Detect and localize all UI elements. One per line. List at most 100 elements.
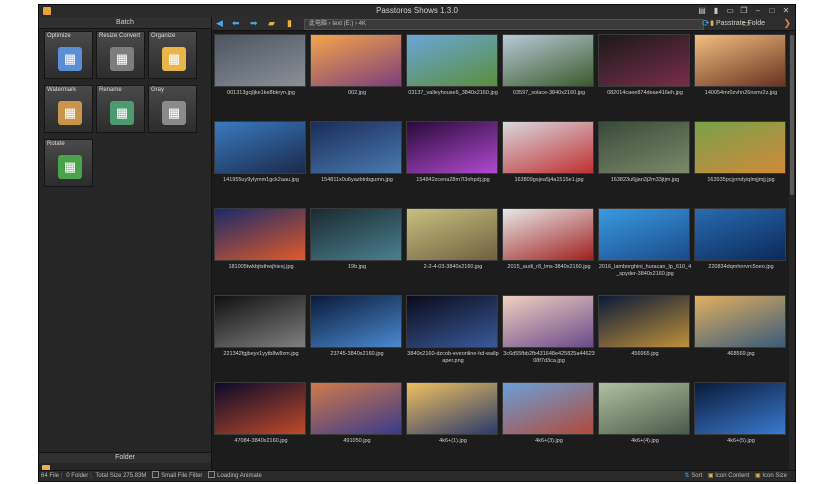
thumbnail-item[interactable]: 140054mr0zvhn26nsmr2z.jpg: [694, 34, 788, 97]
thumbnail-item[interactable]: 456965.jpg: [598, 295, 692, 358]
bookmark-icon[interactable]: ▮: [709, 5, 723, 17]
thumbnail-item[interactable]: 3c6d55fbb2fb431648e425825a4462308f7d3ca.…: [502, 295, 596, 365]
thumbnail-image[interactable]: [310, 208, 402, 261]
batch-tile-optimize[interactable]: Optimize ▦: [44, 31, 93, 79]
thumbnail-item[interactable]: 4k6+(5).jpg: [694, 382, 788, 445]
batch-tile-organize[interactable]: Organize ▦: [148, 31, 197, 79]
thumbnail-image[interactable]: [310, 34, 402, 87]
thumbnail-item[interactable]: 181005twkbjtsthwjhiexj.jpg: [214, 208, 308, 271]
refresh-icon[interactable]: ⟳: [702, 19, 710, 28]
batch-tile-resize-convert[interactable]: Resize Convert ▦: [96, 31, 145, 79]
thumbnail-item[interactable]: 468569.jpg: [694, 295, 788, 358]
thumbnail-item[interactable]: 47084-3840x2160.jpg: [214, 382, 308, 445]
thumbnail-item[interactable]: 2015_audi_r8_lms-3840x2160.jpg: [502, 208, 596, 271]
thumbnail-image[interactable]: [694, 295, 786, 348]
thumbnail-item[interactable]: 3840x2160-dzcob-eveonline-hd-wallpaper.p…: [406, 295, 500, 365]
watermark-icon: ▦: [58, 101, 82, 125]
thumbnail-image[interactable]: [598, 121, 690, 174]
thumbnail-image[interactable]: [502, 121, 594, 174]
thumbnail-item[interactable]: 4k6+(1).jpg: [406, 382, 500, 445]
thumbnail-item[interactable]: 002.jpg: [310, 34, 404, 97]
thumbnail-item[interactable]: 2-2-4-03-3840x2160.jpg: [406, 208, 500, 271]
thumbnail-item[interactable]: 141955uy9ylymm1gck2aau.jpg: [214, 121, 308, 184]
thumbnail-item[interactable]: 491050.jpg: [310, 382, 404, 445]
thumbnail-image[interactable]: [214, 382, 306, 435]
thumbnail-image[interactable]: [214, 121, 306, 174]
restore-icon[interactable]: ❐: [737, 5, 751, 17]
thumbnail-image[interactable]: [694, 34, 786, 87]
passtrate-folder-button[interactable]: ▮ Passtrate Folde: [710, 18, 765, 29]
thumbnail-grid: 001313gcjljke1ke8bkryn.jpg 002.jpg 03137_v…: [212, 31, 795, 473]
thumbnail-filename: 4k6+(5).jpg: [727, 438, 755, 444]
thumbnail-item[interactable]: 001313gcjljke1ke8bkryn.jpg: [214, 34, 308, 97]
maximize-icon[interactable]: □: [765, 5, 779, 17]
thumbnail-image[interactable]: [598, 34, 690, 87]
small-file-filter-checkbox[interactable]: [152, 471, 160, 478]
icon-size-icon[interactable]: ▣: [755, 473, 761, 479]
thumbnail-image[interactable]: [694, 121, 786, 174]
thumbnail-image[interactable]: [406, 34, 498, 87]
icon-content-icon[interactable]: ▣: [708, 473, 714, 479]
close-icon[interactable]: ✕: [779, 5, 793, 17]
loading-animate-checkbox[interactable]: [208, 471, 216, 478]
thumbnail-image[interactable]: [598, 382, 690, 435]
path-folder-icon: ▮: [287, 18, 292, 28]
thumbnail-image[interactable]: [214, 34, 306, 87]
thumbnail-image[interactable]: [406, 382, 498, 435]
sort-button[interactable]: Sort: [691, 473, 702, 479]
thumbnail-item[interactable]: 220834dqmhnrvrc5oeo.jpg: [694, 208, 788, 271]
batch-tile-rename[interactable]: Rename ▦: [96, 85, 145, 133]
thumbnail-item[interactable]: 163935pcjyrndyiqlmjjmjj.jpg: [694, 121, 788, 184]
batch-tile-rotate[interactable]: Rotate ▦: [44, 139, 93, 187]
thumbnail-item[interactable]: 154842zcena28m7l3nhpdj.jpg: [406, 121, 500, 184]
dropdown-chevron-icon[interactable]: ❯: [783, 19, 791, 28]
thumbnail-item[interactable]: 163823u6jjan3j2m33jtjm.jpg: [598, 121, 692, 184]
thumbnail-image[interactable]: [598, 208, 690, 261]
thumbnail-image[interactable]: [406, 121, 498, 174]
thumbnail-filename: 2016_lamborghini_huracan_lp_610_4_spyder…: [598, 264, 692, 277]
thumbnail-item[interactable]: 03597_solace-3840x2160.jpg: [502, 34, 596, 97]
thumbnail-image[interactable]: [406, 295, 498, 348]
thumbnail-image[interactable]: [310, 295, 402, 348]
thumbnail-item[interactable]: 163809gsjea5j4a1515e1.jpg: [502, 121, 596, 184]
thumbnail-item[interactable]: 19b.jpg: [310, 208, 404, 271]
thumbnail-item[interactable]: 4k6+(3).jpg: [502, 382, 596, 445]
forward-right-arrow-icon[interactable]: ➡: [250, 19, 258, 28]
thumbnail-item[interactable]: 082014caee874deae416eh.jpg: [598, 34, 692, 97]
thumbnail-image[interactable]: [598, 295, 690, 348]
address-bar[interactable]: 此电脑 › text (E:) › 4K: [304, 19, 704, 30]
thumbnail-image[interactable]: [214, 295, 306, 348]
thumbnail-image[interactable]: [310, 382, 402, 435]
thumbnail-item[interactable]: 03137_valleyhouse6_3840x2160.jpg: [406, 34, 500, 97]
thumbnail-filename: 3840x2160-dzcob-eveonline-hd-wallpaper.p…: [407, 351, 499, 364]
scrollbar-thumb[interactable]: [790, 35, 794, 195]
thumbnail-item[interactable]: 23745-3840x2160.jpg: [310, 295, 404, 358]
thumbnail-image[interactable]: [502, 295, 594, 348]
open-folder-icon[interactable]: ▰: [268, 19, 275, 28]
document-icon[interactable]: ▤: [695, 5, 709, 17]
thumbnail-item[interactable]: 4k6+(4).jpg: [598, 382, 692, 445]
back-icon[interactable]: ◀: [216, 19, 223, 28]
thumbnail-image[interactable]: [406, 208, 498, 261]
batch-tile-watermark[interactable]: Watermark ▦: [44, 85, 93, 133]
display-icon[interactable]: ▭: [723, 5, 737, 17]
thumbnail-image[interactable]: [502, 382, 594, 435]
minimize-icon[interactable]: –: [751, 5, 765, 17]
icon-size-button[interactable]: Icon Size: [762, 473, 787, 479]
thumbnail-item[interactable]: 221342fgjbeyx1yytb8w8xm.jpg: [214, 295, 308, 358]
thumbnail-image[interactable]: [310, 121, 402, 174]
thumbnail-item[interactable]: 154811x0u6yazbtnbgumn.jpg: [310, 121, 404, 184]
thumbnail-image[interactable]: [694, 208, 786, 261]
thumbnail-image[interactable]: [214, 208, 306, 261]
thumbnail-image[interactable]: [694, 382, 786, 435]
folder-header[interactable]: Folder: [39, 452, 211, 463]
thumbnail-item[interactable]: 2016_lamborghini_huracan_lp_610_4_spyder…: [598, 208, 692, 278]
icon-content-button[interactable]: Icon Content: [715, 473, 749, 479]
thumbnail-image[interactable]: [502, 208, 594, 261]
forward-left-arrow-icon[interactable]: ⬅: [232, 19, 240, 28]
sort-icon[interactable]: ⇅: [685, 473, 690, 479]
thumbnail-image[interactable]: [502, 34, 594, 87]
thumbnail-filename: 468569.jpg: [727, 351, 755, 357]
vertical-scrollbar[interactable]: [789, 31, 795, 473]
batch-tile-gray[interactable]: Gray ▦: [148, 85, 197, 133]
